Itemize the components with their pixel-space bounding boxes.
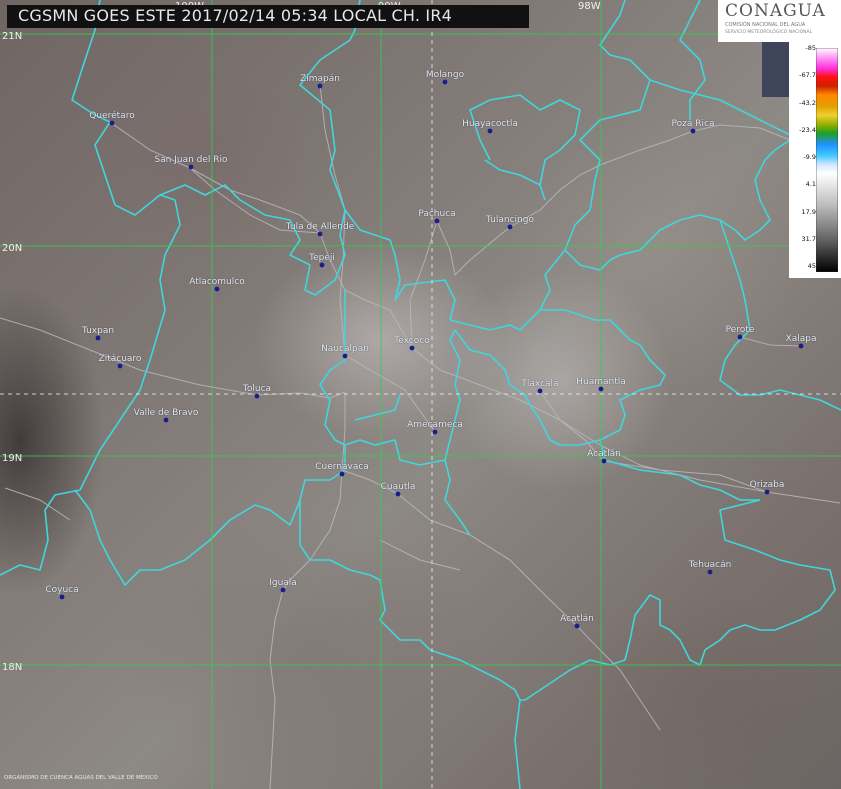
colorbar-strip [816,48,838,272]
city-marker [59,594,65,600]
city-marker [707,569,713,575]
city-marker [317,83,323,89]
city-marker [280,587,286,593]
colorbar-tick-label: -67.7 [799,71,816,80]
colorbar-tick-label: -23.4 [799,125,816,134]
logo-subtitle: COMISIÓN NACIONAL DEL AGUA [725,22,806,28]
city-label: Pachuca [418,209,456,219]
colorbar-tick-label: -85 [805,44,816,52]
city-label: Molango [425,70,465,80]
city-marker [487,128,493,134]
city-marker [409,345,415,351]
city-marker [319,262,325,268]
city-label: Tula de Allende [285,222,355,232]
city-marker [109,120,115,126]
city-marker [601,458,607,464]
city-label: Poza Rica [671,119,715,129]
cold-cloud-patch [762,42,790,97]
city-marker [117,363,123,369]
conagua-logo: CONAGUA COMISIÓN NACIONAL DEL AGUA SERVI… [718,0,841,42]
lon-label-98w: 98W [578,1,601,12]
city-marker [214,286,220,292]
city-marker [163,417,169,423]
city-marker [95,335,101,341]
colorbar-tick-label: 45 [807,262,816,270]
city-label: Zitácuaro [98,354,142,364]
footer-credit: ORGANISMO DE CUENCA AGUAS DEL VALLE DE M… [4,775,158,781]
city-label: Querétaro [89,111,135,121]
lat-label-20n: 20N [2,243,23,254]
city-label: Valle de Bravo [133,408,199,418]
lat-label-21n: 21N [2,31,23,42]
lat-label-18n: 18N [2,662,23,673]
city-label: Tlaxcala [521,379,559,389]
logo-subtitle-2: SERVICIO METEOROLÓGICO NACIONAL [725,30,813,35]
city-label: Tepeji [309,253,335,263]
city-label: Acatlán [587,449,621,459]
city-label: Atlacomulco [189,277,245,287]
city-label: Toluca [242,384,272,394]
city-label: Cuernavaca [315,462,369,472]
city-label: Texcoco [394,336,430,346]
city-marker [434,218,440,224]
city-marker [188,164,194,170]
city-label: Huayacoctla [462,119,518,129]
satellite-map: 100W 99W 98W 21N 20N 19N 18N ZimapánMola… [0,0,841,789]
city-label: Tulancingo [486,215,534,225]
city-marker [507,224,513,230]
city-marker [339,471,345,477]
city-marker [798,343,804,349]
colorbar-tick-label: 4.1 [805,180,816,189]
colorbar-tick-label: 17.9 [801,207,816,216]
city-label: Orizaba [749,480,785,490]
colorbar-tick-label: -9.9 [803,153,816,161]
city-label: Amecameca [407,420,463,430]
city-label: Perote [725,325,755,335]
lat-label-19n: 19N [2,453,23,464]
city-label: Coyuca [45,585,79,595]
city-marker [395,491,401,497]
city-marker [342,353,348,359]
city-marker [598,386,604,392]
temperature-colorbar: -85 -67.7 -43.2 -23.4 -9.9 4.1 17.9 31.7 45 [789,42,841,278]
city-marker [737,334,743,340]
city-marker [690,128,696,134]
city-label: Naucalpan [321,344,369,354]
city-marker [764,489,770,495]
city-label: Iguala [269,578,297,588]
city-label: Xalapa [785,334,817,344]
city-label: San Juan del Rio [154,155,228,165]
city-marker [254,393,260,399]
city-label: Tehuacán [688,560,732,570]
map-title: CGSMN GOES ESTE 2017/02/14 05:34 LOCAL C… [18,6,453,25]
logo-name: CONAGUA [725,1,826,21]
city-marker [537,388,543,394]
city-label: Huamantla [576,377,626,387]
city-label: Cuautla [380,482,416,492]
city-label: Tuxpan [81,326,115,336]
city-marker [432,429,438,435]
city-marker [317,231,323,237]
colorbar-tick-label: 31.7 [801,234,816,243]
road-network [0,83,841,789]
colorbar-tick-label: -43.2 [799,98,816,107]
city-label: Zimapán [300,74,340,84]
city-marker [574,623,580,629]
city-label: Acatlán [560,614,594,624]
city-marker [442,79,448,85]
